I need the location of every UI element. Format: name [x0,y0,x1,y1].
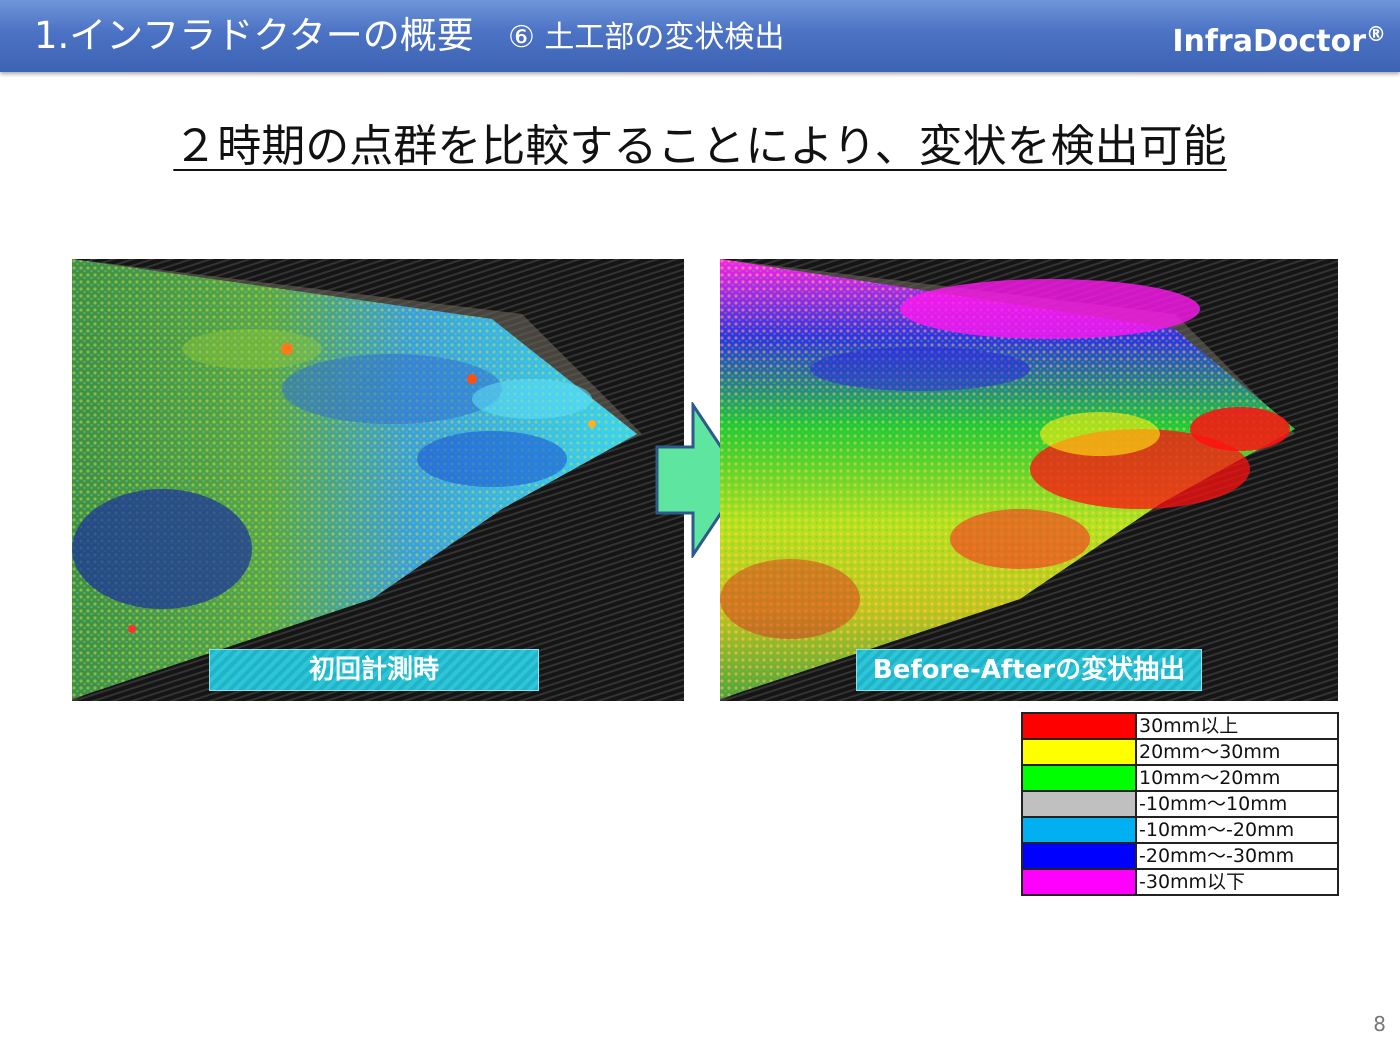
legend-swatch [1021,738,1137,766]
legend-row: 10mm～20mm [1021,764,1339,792]
headline: ２時期の点群を比較することにより、変状を検出可能 [173,121,1227,172]
brand-logo: InfraDoctor® [1172,22,1386,59]
legend-row: -10mm～-20mm [1021,816,1339,844]
slide-header: 1.インフラドクターの概要 ⑥ 土工部の変状検出 InfraDoctor® [0,0,1400,72]
before-pointcloud-drawing [72,259,684,701]
legend-label: 10mm～20mm [1135,764,1339,792]
registered-mark: ® [1366,22,1386,46]
legend-label: 30mm以上 [1135,712,1339,740]
legend-label: -10mm～10mm [1135,790,1339,818]
legend-label: -20mm～-30mm [1135,842,1339,870]
page-number: 8 [1373,1012,1386,1036]
after-pointcloud-drawing [720,259,1338,701]
slide-title: 1.インフラドクターの概要 [34,14,474,57]
legend-row: -10mm～10mm [1021,790,1339,818]
brand-name: InfraDoctor [1172,24,1366,59]
before-pointcloud-image: 初回計測時 [72,259,684,701]
legend-swatch [1021,816,1137,844]
legend-swatch [1021,842,1137,870]
legend-row: 30mm以上 [1021,712,1339,740]
after-pointcloud-image: Before-Afterの変状抽出 [720,259,1338,701]
legend-swatch [1021,712,1137,740]
legend-row: -30mm以下 [1021,868,1339,896]
legend-row: 20mm～30mm [1021,738,1339,766]
legend-swatch [1021,764,1137,792]
legend-label: -30mm以下 [1135,868,1339,896]
before-label: 初回計測時 [209,649,539,691]
legend-label: 20mm～30mm [1135,738,1339,766]
legend-swatch [1021,790,1137,818]
legend-swatch [1021,868,1137,896]
legend-row: -20mm～-30mm [1021,842,1339,870]
legend-label: -10mm～-20mm [1135,816,1339,844]
after-label: Before-Afterの変状抽出 [856,649,1202,691]
deformation-legend: 30mm以上 20mm～30mm 10mm～20mm -10mm～10mm -10m… [1021,712,1339,896]
slide-subtitle: ⑥ 土工部の変状検出 [508,20,785,55]
